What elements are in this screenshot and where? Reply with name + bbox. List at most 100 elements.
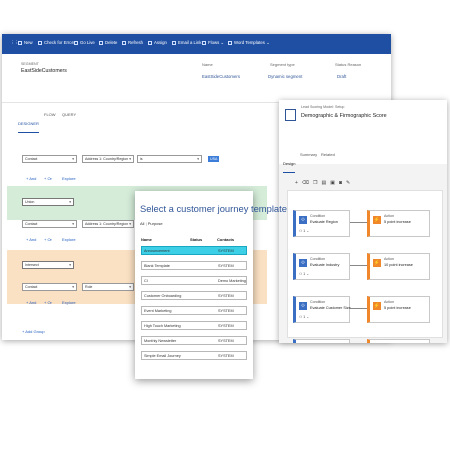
value-tag[interactable]: USA — [208, 156, 220, 162]
add-group-button[interactable]: + Add Group — [22, 329, 45, 334]
add-or-button[interactable]: + Or — [44, 300, 52, 305]
filter-all[interactable]: All — [140, 221, 144, 226]
condition-icon: ⟐ — [299, 302, 307, 310]
table-row[interactable]: Announcement SYSTEM — [141, 246, 247, 255]
tab-design[interactable]: Design — [283, 152, 296, 173]
rule-count[interactable]: ⚇ 1 ⌄ — [299, 229, 309, 233]
condition-tile[interactable]: ⟐ Condition Evaluate Region ⚇ 1 ⌄ — [293, 210, 350, 237]
scoring-tabs: Design Summary Related — [279, 142, 447, 173]
template-name: Customer Onboarding — [144, 294, 182, 298]
template-contacts: Demo Marketing — [218, 279, 246, 283]
tab-designer[interactable]: DESIGNER — [18, 112, 39, 133]
status-label: Status Reason — [335, 62, 362, 67]
name-label: Name — [202, 62, 213, 67]
template-contacts: SYSTEM — [218, 309, 234, 313]
condition-title: Condition — [310, 257, 326, 261]
rule-count[interactable]: ⚇ 1 ⌄ — [299, 272, 309, 276]
segment-type-value: Dynamic segment — [268, 74, 303, 79]
explore-link[interactable]: Explore — [62, 300, 76, 305]
action-icon: ⚡ — [373, 216, 381, 224]
scoring-header: Lead Scoring Model: Setup Demographic & … — [279, 100, 447, 143]
flows-button[interactable]: Flows ⌄ — [202, 40, 224, 46]
condition-tile[interactable]: ⟐ Condition Evaluate Customer Size ⚇ 1 ⌄ — [293, 296, 351, 323]
attribute-select[interactable]: Address 1: Country/Region ▾ — [82, 155, 134, 163]
camera-icon[interactable]: ◙ — [339, 180, 346, 186]
new-button[interactable]: New — [18, 40, 33, 45]
condition-text: Evaluate Industry — [310, 263, 340, 267]
template-contacts: SYSTEM — [218, 249, 234, 253]
entity-select[interactable]: Contact ▾ — [22, 155, 77, 163]
refresh-button[interactable]: Refresh — [122, 40, 143, 45]
record-header: SEGMENT EastSideCustomers Name EastSideC… — [2, 54, 391, 103]
table-row[interactable]: Simple Email Journey SYSTEM — [141, 351, 247, 360]
assign-button[interactable]: Assign — [148, 40, 167, 45]
table-row[interactable]: High Touch Marketing SYSTEM — [141, 321, 247, 330]
add-and-button[interactable]: + And — [26, 237, 36, 242]
table-row[interactable]: Monthly Newsletter SYSTEM — [141, 336, 247, 345]
paste-icon[interactable]: ▤ — [321, 180, 330, 186]
action-tile[interactable]: ⚡Action4 point increase — [367, 339, 430, 343]
entity-label: Lead Scoring Model: Setup — [301, 105, 345, 109]
tab-query[interactable]: QUERY — [62, 112, 76, 117]
template-contacts: SYSTEM — [218, 339, 234, 343]
add-and-button[interactable]: + And — [26, 300, 36, 305]
condition-tile[interactable]: ⟐ConditionEvaluate Purchase Urgency⚇ 1 ⌄ — [293, 339, 350, 343]
table-row[interactable]: Blank Template SYSTEM — [141, 261, 247, 270]
tab-related[interactable]: Related — [321, 152, 335, 157]
intersect-connector-select[interactable]: Intersect ▾ — [22, 261, 74, 269]
table-row[interactable]: Event Marketing SYSTEM — [141, 306, 247, 315]
template-name: Announcement — [144, 249, 170, 253]
operator-select[interactable]: is ▾ — [137, 155, 202, 163]
go-live-button[interactable]: Go Live — [74, 40, 95, 45]
scoring-model-icon — [285, 109, 296, 121]
tab-summary[interactable]: Summary — [300, 152, 317, 157]
name-value[interactable]: EastSideCustomers — [202, 74, 240, 79]
column-name[interactable]: Name — [141, 237, 152, 242]
attribute-select[interactable]: Role ▾ — [82, 283, 134, 291]
column-contacts[interactable]: Contacts — [217, 237, 234, 242]
table-row[interactable]: CI Demo Marketing — [141, 276, 247, 285]
connector-line — [350, 222, 367, 223]
email-link-button[interactable]: Email a Link — [172, 40, 201, 45]
column-status[interactable]: Status — [190, 237, 202, 242]
word-templates-button[interactable]: Word Templates ⌄ — [228, 40, 270, 46]
template-contacts: SYSTEM — [218, 264, 234, 268]
action-tile[interactable]: ⚡ Action 5 point increase — [367, 210, 430, 237]
add-and-button[interactable]: + And — [26, 176, 36, 181]
explore-link[interactable]: Explore — [62, 176, 76, 181]
action-tile[interactable]: ⚡ Action 10 point increase — [367, 253, 430, 280]
union-connector-select[interactable]: Union ▾ — [22, 198, 74, 206]
add-or-button[interactable]: + Or — [44, 176, 52, 181]
page-title: EastSideCustomers — [21, 68, 67, 74]
entity-select[interactable]: Contact ▾ — [22, 220, 77, 228]
condition-text: Evaluate Customer Size — [310, 306, 351, 310]
dialog-title: Select a customer journey template — [140, 203, 287, 214]
page-title: Demographic & Firmographic Score — [301, 113, 387, 119]
add-or-button[interactable]: + Or — [44, 237, 52, 242]
edit-icon[interactable]: ✎ — [346, 180, 354, 186]
attribute-select[interactable]: Address 1: Country/Region ▾ — [82, 220, 134, 228]
check-errors-button[interactable]: Check for Errors — [38, 40, 75, 45]
explore-link[interactable]: Explore — [62, 237, 76, 242]
delete-button[interactable]: Delete — [99, 40, 117, 45]
condition-icon: ⟐ — [299, 216, 307, 224]
status-value: Draft — [337, 74, 347, 79]
rule-count[interactable]: ⚇ 1 ⌄ — [299, 315, 309, 319]
delete-icon[interactable]: ⌫ — [302, 180, 313, 186]
add-icon[interactable]: + — [295, 180, 302, 186]
connector-line — [350, 265, 367, 266]
condition-text: Evaluate Region — [310, 220, 338, 224]
template-name: Blank Template — [144, 264, 170, 268]
condition-tile[interactable]: ⟐ Condition Evaluate Industry ⚇ 1 ⌄ — [293, 253, 350, 280]
filter-purpose[interactable]: Purpose — [148, 221, 163, 226]
table-row[interactable]: Customer Onboarding SYSTEM — [141, 291, 247, 300]
entity-label: SEGMENT — [21, 62, 39, 66]
condition-title: Condition — [310, 300, 326, 304]
tab-flow[interactable]: FLOW — [44, 112, 56, 117]
save-icon[interactable]: ▣ — [330, 180, 339, 186]
action-tile[interactable]: ⚡ Action 5 point increase — [367, 296, 430, 323]
action-icon: ⚡ — [373, 302, 381, 310]
designer-toolbar: +⌫❐▤▣◙✎ — [295, 180, 354, 186]
action-text: 10 point increase — [384, 263, 413, 267]
entity-select[interactable]: Contact ▾ — [22, 283, 77, 291]
